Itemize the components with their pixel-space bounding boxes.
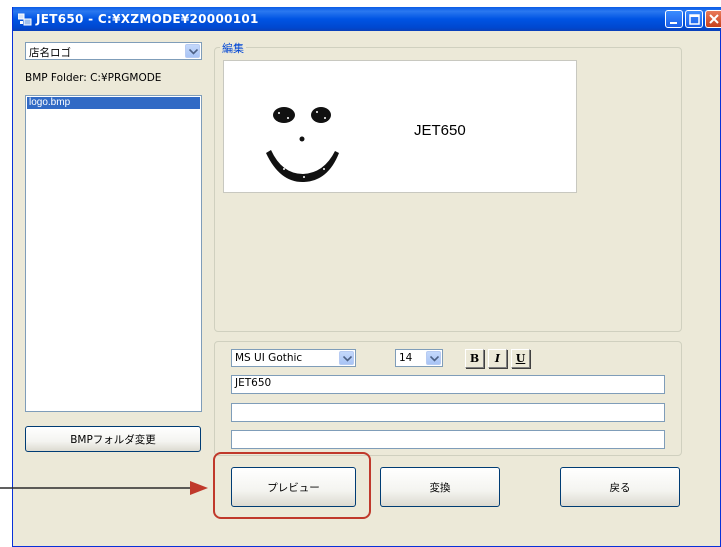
minimize-icon — [670, 22, 677, 24]
bold-button[interactable]: B — [465, 349, 484, 368]
change-bmp-folder-button[interactable]: BMPフォルダ変更 — [25, 426, 201, 452]
maximize-button[interactable] — [685, 10, 703, 28]
underline-icon: U — [515, 352, 526, 365]
chevron-down-icon[interactable] — [185, 44, 200, 58]
store-logo-select[interactable]: 店名ロゴ — [25, 42, 202, 60]
app-icon — [18, 13, 32, 26]
store-logo-select-value: 店名ロゴ — [29, 47, 71, 59]
underline-button[interactable]: U — [511, 349, 530, 368]
italic-icon: I — [494, 352, 501, 365]
logo-text-line-2[interactable] — [231, 403, 665, 422]
bold-icon: B — [469, 352, 480, 365]
title-bar[interactable]: JET650 - C:¥XZMODE¥20000101 — [13, 7, 721, 31]
convert-button[interactable]: 変換 — [380, 467, 500, 507]
logo-preview-canvas — [223, 60, 577, 193]
close-button[interactable] — [705, 10, 721, 28]
window-title: JET650 - C:¥XZMODE¥20000101 — [36, 12, 259, 26]
bmp-folder-label: BMP Folder: C:¥PRGMODE — [25, 72, 162, 84]
preview-highlight-box — [213, 452, 371, 519]
font-select-value: MS UI Gothic — [235, 352, 303, 364]
bmp-file-list[interactable]: logo.bmp — [25, 95, 202, 412]
chevron-down-icon[interactable] — [339, 351, 354, 365]
close-icon — [709, 14, 719, 24]
logo-text-line-1[interactable]: JET650 — [231, 375, 665, 394]
minimize-button[interactable] — [665, 10, 683, 28]
font-size-select[interactable]: 14 — [395, 349, 443, 367]
list-item[interactable]: logo.bmp — [27, 97, 200, 109]
edit-group-caption: 編集 — [220, 40, 246, 56]
back-button[interactable]: 戻る — [560, 467, 680, 507]
preview-logo-text: JET650 — [414, 122, 466, 139]
font-size-select-value: 14 — [399, 352, 413, 364]
pointer-arrow-icon — [0, 481, 208, 495]
maximize-icon — [689, 14, 700, 25]
italic-button[interactable]: I — [488, 349, 507, 368]
logo-text-line-3[interactable] — [231, 430, 665, 449]
chevron-down-icon[interactable] — [426, 351, 441, 365]
font-select[interactable]: MS UI Gothic — [231, 349, 356, 367]
smiley-logo-image — [266, 107, 339, 183]
